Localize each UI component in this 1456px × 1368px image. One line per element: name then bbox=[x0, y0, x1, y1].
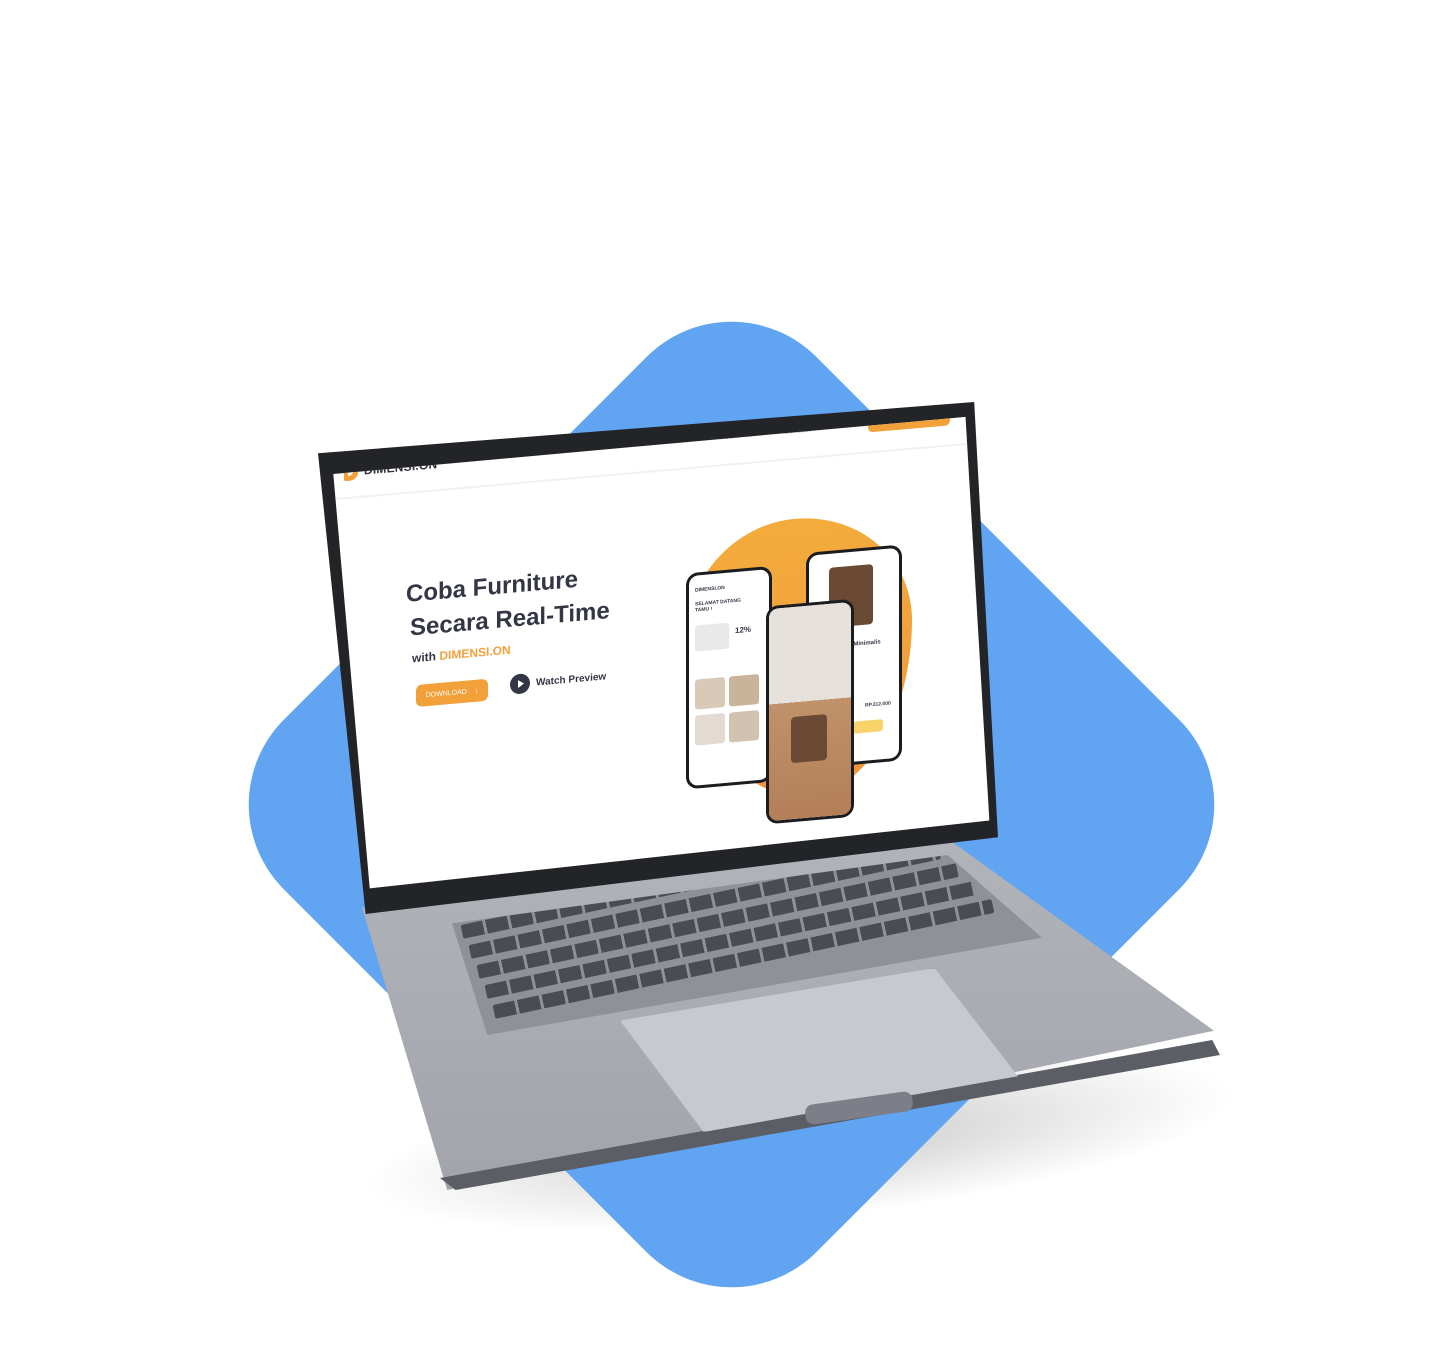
phone-home: DIMENSI.ON SELAMAT DATANG TAMU ! 12% bbox=[686, 565, 772, 790]
detail-action-button[interactable] bbox=[853, 719, 883, 734]
download-label: DOWNLOAD bbox=[425, 688, 467, 699]
category-image bbox=[695, 676, 725, 710]
ar-room-image bbox=[769, 601, 851, 822]
with-text: with bbox=[412, 649, 436, 666]
watch-preview-label: Watch Preview bbox=[536, 670, 607, 689]
watch-preview-button[interactable]: Watch Preview bbox=[510, 666, 607, 695]
website: DIMENSI.ON Home : Market : Feature : Abo… bbox=[336, 416, 976, 864]
category-image bbox=[729, 709, 759, 743]
brand-text: DIMENSI.ON bbox=[439, 642, 511, 663]
phone-ar-view bbox=[766, 598, 854, 825]
laptop-screen: DIMENSI.ON Home : Market : Feature : Abo… bbox=[333, 416, 990, 889]
table-image bbox=[695, 622, 729, 652]
phone-logo-text: DIMENSI.ON bbox=[695, 584, 725, 594]
detail-price: RP.312.000 bbox=[865, 700, 891, 709]
arrow-down-icon: ↓ bbox=[474, 687, 479, 695]
ar-chair bbox=[791, 714, 827, 764]
category-image bbox=[729, 673, 759, 707]
play-icon bbox=[510, 673, 530, 695]
phone-greeting: SELAMAT DATANG TAMU ! bbox=[695, 597, 741, 614]
hero-headline: Coba Furniture Secara Real-Time bbox=[406, 560, 610, 646]
category-image bbox=[695, 712, 725, 746]
promo-text: 12% bbox=[735, 624, 752, 636]
download-button[interactable]: DOWNLOAD ↓ bbox=[416, 678, 488, 708]
hero-subtitle: with DIMENSI.ON bbox=[412, 643, 511, 666]
